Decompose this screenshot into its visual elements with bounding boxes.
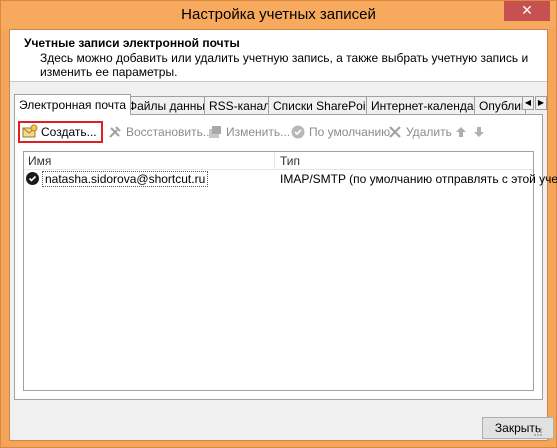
arrow-up-icon <box>453 124 469 140</box>
edit-icon <box>207 124 223 140</box>
header-title: Учетные записи электронной почты <box>24 36 240 50</box>
header-description: Здесь можно добавить или удалить учетную… <box>40 51 529 79</box>
title-bar[interactable]: Настройка учетных записей ✕ <box>1 1 556 29</box>
tab-strip: Электронная почта Файлы данных RSS-канал… <box>14 94 547 115</box>
arrow-down-icon <box>471 124 487 140</box>
tab-email[interactable]: Электронная почта <box>14 94 132 115</box>
move-up-button[interactable] <box>453 121 472 143</box>
change-button[interactable]: Изменить... <box>207 121 290 143</box>
tab-scroll-left-button[interactable]: ◀ <box>522 96 534 110</box>
accounts-list[interactable]: Имя Тип natasha.sidorova@shortcut.ru IMA… <box>23 151 557 391</box>
tab-data-files[interactable]: Файлы данных <box>123 96 217 114</box>
list-header: Имя Тип <box>24 152 533 170</box>
column-separator[interactable] <box>274 152 275 170</box>
window-title: Настройка учетных записей <box>181 6 376 23</box>
set-default-button[interactable]: По умолчанию <box>290 121 390 143</box>
move-down-button[interactable] <box>471 121 490 143</box>
email-tab-panel: Создать... Восстановить... Изменить... П… <box>14 114 557 400</box>
set-default-button-label: По умолчанию <box>309 125 391 139</box>
default-check-icon <box>290 124 306 140</box>
account-toolbar: Создать... Восстановить... Изменить... П… <box>15 121 542 143</box>
create-button-label: Создать... <box>41 125 97 139</box>
default-account-check-icon <box>26 172 39 185</box>
restore-button[interactable]: Восстановить... <box>107 121 213 143</box>
tools-icon <box>107 124 123 140</box>
tab-published-calendars[interactable]: Опублико <box>474 96 526 114</box>
tab-scroll-right-button[interactable]: ▶ <box>535 96 547 110</box>
create-button[interactable]: Создать... <box>18 121 103 143</box>
column-header-name[interactable]: Имя <box>28 154 51 168</box>
restore-button-label: Восстановить... <box>126 125 213 139</box>
tab-sharepoint-lists[interactable]: Списки SharePoint <box>268 96 381 114</box>
resize-grip-icon[interactable] <box>533 426 543 436</box>
window-close-button[interactable]: ✕ <box>504 1 550 21</box>
account-settings-window: Настройка учетных записей ✕ Учетные запи… <box>0 0 557 448</box>
close-dialog-button[interactable]: Закрыть <box>482 417 554 439</box>
delete-button-label: Удалить <box>406 125 452 139</box>
new-account-icon <box>22 124 38 140</box>
dialog-client-area: Учетные записи электронной почты Здесь м… <box>9 29 557 441</box>
account-type-cell: IMAP/SMTP (по умолчанию отправлять с это… <box>280 172 557 186</box>
table-row[interactable]: natasha.sidorova@shortcut.ru IMAP/SMTP (… <box>24 171 557 188</box>
change-button-label: Изменить... <box>226 125 291 139</box>
delete-button[interactable]: Удалить <box>387 121 452 143</box>
delete-x-icon <box>387 124 403 140</box>
dialog-header: Учетные записи электронной почты Здесь м… <box>10 30 547 82</box>
column-header-type[interactable]: Тип <box>280 154 300 168</box>
account-name-cell: natasha.sidorova@shortcut.ru <box>42 171 209 187</box>
